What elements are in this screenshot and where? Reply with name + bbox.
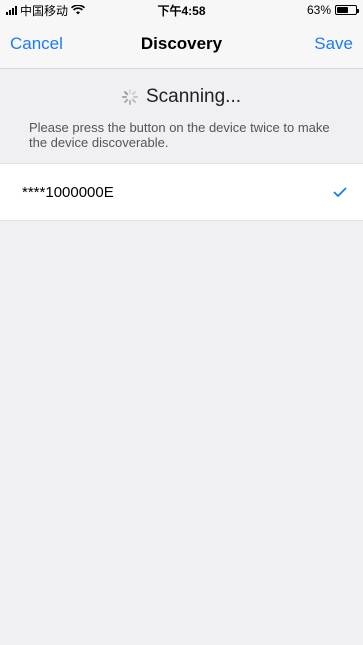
cancel-button[interactable]: Cancel [8,34,65,54]
battery-percent: 63% [306,3,331,17]
battery-fill [337,7,349,13]
battery-icon [335,5,359,15]
navigation-bar: Cancel Discovery Save [0,20,363,69]
wifi-icon [71,5,86,15]
device-list: ****1000000E [0,163,363,221]
scan-hint-text: Please press the button on the device tw… [29,120,330,150]
scan-status-row: Scanning... [0,86,363,108]
scan-section: Scanning... Please press the button on t… [0,70,363,158]
spinner-icon [121,89,138,105]
status-bar: 中国移动 下午4:58 63% [0,0,363,20]
status-bar-right: 63% [306,3,359,17]
carrier-label: 中国移动 [20,3,69,18]
checkmark-icon [333,187,347,197]
save-button[interactable]: Save [312,34,355,54]
device-name: ****1000000E [22,183,114,201]
signal-icon [6,5,17,15]
scan-status-text: Scanning... [145,86,242,107]
device-row[interactable]: ****1000000E [0,164,363,220]
status-bar-left: 中国移动 [6,2,86,19]
